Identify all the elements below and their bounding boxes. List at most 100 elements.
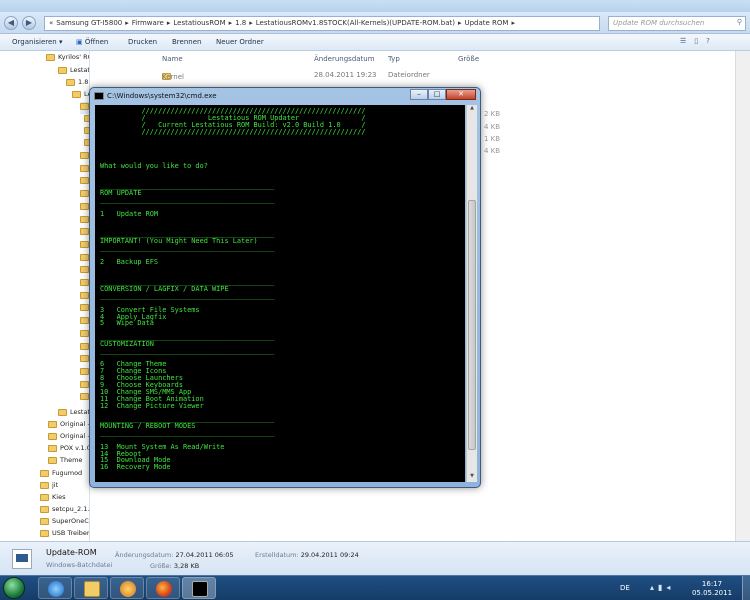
breadcrumb-item[interactable]: LestatiousROMv1.8STOCK(All-Kernels)(UPDA… xyxy=(256,19,455,27)
column-name[interactable]: Name xyxy=(162,55,183,63)
scroll-down-icon[interactable]: ▼ xyxy=(467,473,477,482)
breadcrumb-separator[interactable]: ▸ xyxy=(167,19,171,27)
column-size[interactable]: Größe xyxy=(458,55,479,63)
window-buttons: – □ ✕ xyxy=(410,89,476,101)
folder-icon xyxy=(80,253,89,261)
tree-item[interactable]: setcpu_2.1.1a xyxy=(40,505,89,517)
taskbar: DE ▴▮◂ 16:17 05.05.2011 xyxy=(0,575,750,600)
minimize-button[interactable]: – xyxy=(410,89,428,100)
navigation-tree: Kyrilos' ROMLestatiousROM1.8LestatiousUp… xyxy=(0,51,90,541)
breadcrumb[interactable]: «Samsung GT-I5800 ▸ Firmware ▸ LestatiousROM… xyxy=(44,16,600,31)
console-output[interactable]: ////////////////////////////////////////… xyxy=(95,105,465,482)
breadcrumb-separator[interactable]: ▸ xyxy=(458,19,462,27)
console-line: ________________________________________… xyxy=(100,244,275,252)
view-options-icons[interactable]: ☰▯? xyxy=(680,37,718,45)
taskbar-firefox[interactable] xyxy=(146,577,180,599)
start-button[interactable] xyxy=(3,577,25,599)
tree-item[interactable]: USB Treiber xyxy=(40,529,90,541)
tree-item[interactable]: LestatiousROM xyxy=(58,66,89,78)
folder-icon xyxy=(80,279,89,286)
new-folder-button[interactable]: Neuer Ordner xyxy=(216,38,264,46)
cmd-title-text: C:\Windows\system32\cmd.exe xyxy=(107,92,217,100)
organize-button[interactable]: Organisieren ▾ xyxy=(12,38,62,46)
console-scrollbar[interactable]: ▲ ▼ xyxy=(466,105,477,482)
folder-icon xyxy=(80,304,89,312)
tree-item-label: Lestat xyxy=(70,408,90,416)
breadcrumb-item[interactable]: Firmware xyxy=(132,19,164,27)
tree-item[interactable]: Original - xyxy=(48,420,89,432)
tree-item[interactable]: Lestatious xyxy=(72,90,89,102)
maximize-button[interactable]: □ xyxy=(428,89,446,100)
file-type: Dateiordner xyxy=(388,71,430,79)
folder-icon xyxy=(80,202,89,210)
folder-icon xyxy=(80,393,89,401)
folder-icon xyxy=(80,355,89,363)
forward-button[interactable]: ▶ xyxy=(22,16,36,30)
tree-item-label: Kyrilos' ROM xyxy=(58,53,89,61)
show-desktop-button[interactable] xyxy=(742,576,750,600)
breadcrumb-item[interactable]: Update ROM xyxy=(464,19,508,27)
batch-file-icon xyxy=(12,549,32,569)
tray-icons[interactable]: ▴▮◂ xyxy=(650,583,674,592)
breadcrumb-item[interactable]: 1.8 xyxy=(235,19,246,27)
console-line: ________________________________________… xyxy=(100,476,275,482)
folder-icon xyxy=(80,164,89,172)
folder-icon xyxy=(48,456,57,464)
folder-icon xyxy=(48,432,57,440)
tree-item[interactable]: Theme xyxy=(48,456,82,468)
console-line: What would you like to do? xyxy=(100,161,208,170)
folder-icon xyxy=(40,481,49,489)
clock-time: 16:17 xyxy=(701,580,723,588)
details-pane: Update-ROM Windows-Batchdatei Änderungsd… xyxy=(0,541,750,575)
breadcrumb-item[interactable]: Samsung GT-I5800 xyxy=(56,19,122,27)
tree-item-label: USB Treiber xyxy=(52,529,90,537)
scroll-up-icon[interactable]: ▲ xyxy=(467,105,477,114)
tree-item[interactable]: Lestat xyxy=(58,408,90,420)
internet-explorer-icon xyxy=(48,581,64,597)
language-indicator[interactable]: DE xyxy=(620,584,630,592)
tree-item[interactable]: Original - xyxy=(48,432,89,444)
print-button[interactable]: Drucken xyxy=(128,38,157,46)
column-date[interactable]: Änderungsdatum xyxy=(314,55,375,63)
breadcrumb-item[interactable]: LestatiousROM xyxy=(173,19,225,27)
tree-item[interactable]: Kyrilos' ROM xyxy=(46,53,89,65)
open-button[interactable]: ▣ Öffnen xyxy=(76,38,108,46)
folder-icon xyxy=(46,53,55,61)
tree-item[interactable]: SuperOneClickv1.7-ShortFuse xyxy=(40,517,89,529)
breadcrumb-separator[interactable]: ▸ xyxy=(249,19,253,27)
folder-icon xyxy=(80,152,89,159)
tree-item[interactable]: POX v.1.0 xyxy=(48,444,90,456)
file-size: 4 KB xyxy=(484,123,501,131)
taskbar-cmd[interactable] xyxy=(182,577,216,599)
tree-item[interactable]: Fugumod xyxy=(40,469,82,481)
folder-icon xyxy=(80,291,89,299)
taskbar-ie[interactable] xyxy=(38,577,72,599)
taskbar-media[interactable] xyxy=(110,577,144,599)
search-input[interactable]: Update ROM durchsuchen ⚲ xyxy=(608,16,746,31)
column-type[interactable]: Typ xyxy=(388,55,400,63)
close-button[interactable]: ✕ xyxy=(446,89,476,100)
tree-item-label: POX v.1.0 xyxy=(60,444,90,452)
clock[interactable]: 16:17 05.05.2011 xyxy=(690,580,734,598)
console-line: 16 Recovery Mode xyxy=(100,463,171,472)
tree-item[interactable]: Kies xyxy=(40,493,65,505)
burn-button[interactable]: Brennen xyxy=(172,38,201,46)
explorer-scrollbar[interactable] xyxy=(735,51,750,541)
tree-item[interactable]: 1.8 xyxy=(66,78,88,90)
back-button[interactable]: ◀ xyxy=(4,16,18,30)
taskbar-explorer[interactable] xyxy=(74,577,108,599)
file-name-text: Kernel xyxy=(162,73,184,81)
breadcrumb-separator[interactable]: ▸ xyxy=(511,19,515,27)
breadcrumb-separator[interactable]: ▸ xyxy=(125,19,129,27)
file-row[interactable]: Kernel 28.04.2011 19:23 Dateiordner xyxy=(162,69,682,81)
folder-icon xyxy=(80,380,89,388)
folder-icon xyxy=(80,102,89,110)
folder-icon xyxy=(40,493,49,501)
clock-date: 05.05.2011 xyxy=(691,589,733,597)
scroll-thumb[interactable] xyxy=(468,200,476,450)
breadcrumb-separator[interactable]: ▸ xyxy=(229,19,233,27)
console-line: 2 Backup EFS xyxy=(100,257,159,266)
search-icon[interactable]: ⚲ xyxy=(737,18,742,26)
tree-item[interactable]: jit xyxy=(40,481,58,493)
breadcrumb-separator[interactable]: « xyxy=(49,19,53,27)
